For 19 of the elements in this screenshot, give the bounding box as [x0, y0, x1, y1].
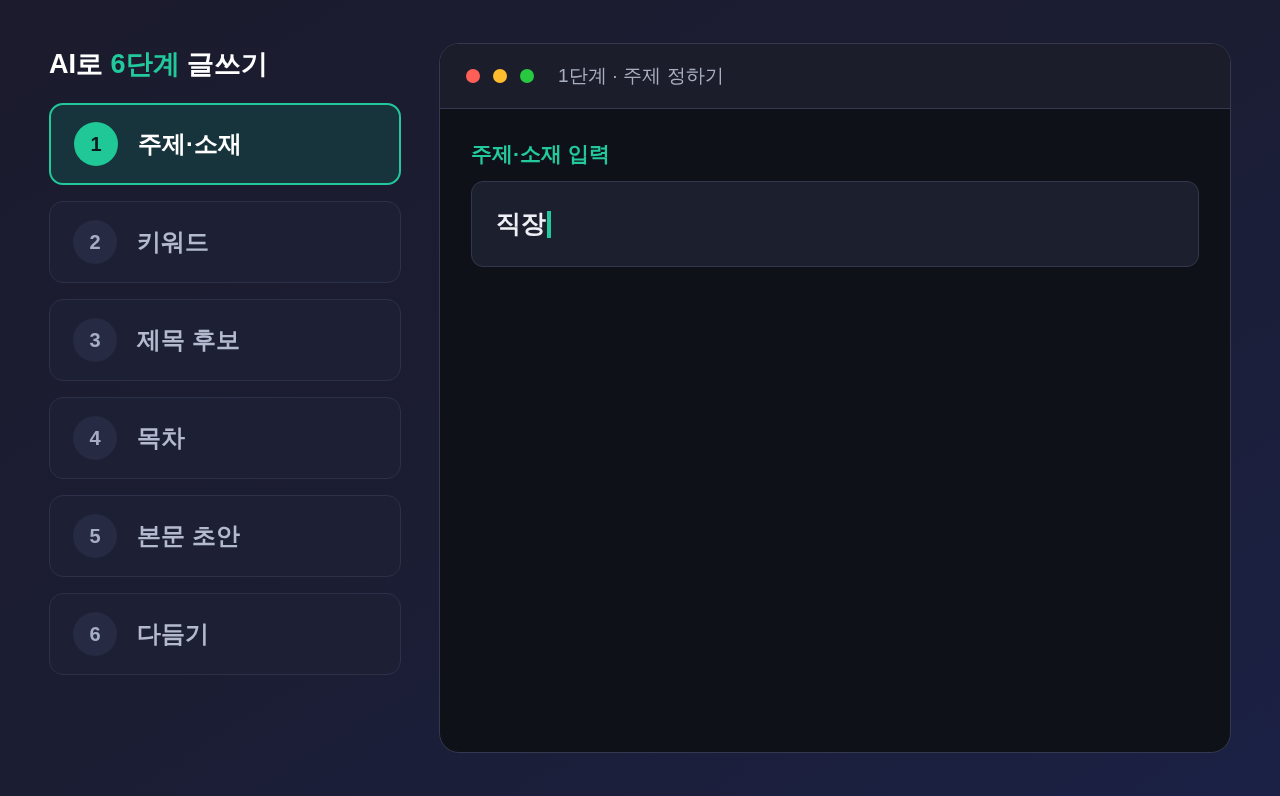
- window-title: 1단계 · 주제 정하기: [558, 63, 724, 88]
- step-button[interactable]: 4 목차: [49, 397, 401, 479]
- step-number: 6: [73, 612, 117, 656]
- step-number: 2: [73, 220, 117, 264]
- topic-input-field[interactable]: 직장: [471, 181, 1199, 267]
- window-close-icon[interactable]: [466, 69, 480, 83]
- field-label: 주제·소재 입력: [471, 141, 610, 167]
- step-button[interactable]: 5 본문 초안: [49, 495, 401, 577]
- window-minimize-icon[interactable]: [493, 69, 507, 83]
- step-button[interactable]: 2 키워드: [49, 201, 401, 283]
- step-number: 3: [73, 318, 117, 362]
- window-maximize-icon[interactable]: [520, 69, 534, 83]
- step-number: 5: [73, 514, 117, 558]
- step-button[interactable]: 3 제목 후보: [49, 299, 401, 381]
- page-heading: AI로 6단계 글쓰기: [49, 48, 269, 81]
- step-number: 4: [73, 416, 117, 460]
- step-button[interactable]: 6 다듬기: [49, 593, 401, 675]
- step-button[interactable]: 1 주제·소재: [49, 103, 401, 185]
- step-number: 1: [74, 122, 118, 166]
